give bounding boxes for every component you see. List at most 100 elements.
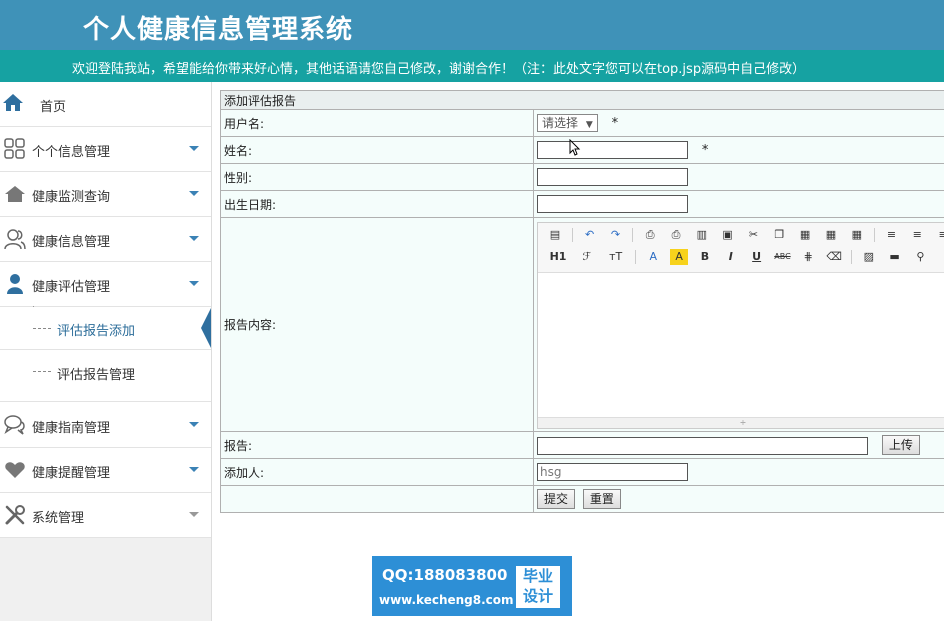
birth-date-field[interactable] xyxy=(537,195,688,213)
report-label: 报告: xyxy=(220,431,534,459)
toolbar-separator xyxy=(635,250,637,264)
align-center-icon[interactable]: ≡ xyxy=(908,227,926,243)
sidebar-item-label: 健康监测查询 xyxy=(32,190,111,205)
print-icon[interactable]: ⎙ xyxy=(667,227,685,243)
highlight-color-button[interactable]: A xyxy=(670,249,689,265)
welcome-text: 欢迎登陆我站，希望能给你带来好心情，其他话语请您自己修改，谢谢合作！（注：此处文… xyxy=(72,62,806,77)
sidebar-subitem-report-add[interactable]: 评估报告添加 xyxy=(0,307,211,350)
sidebar-item-home[interactable]: 首页 xyxy=(0,82,211,127)
user-icon xyxy=(7,274,23,294)
tools-icon xyxy=(5,505,25,525)
submit-button[interactable]: 提交 xyxy=(537,489,576,509)
copy-icon[interactable]: ❐ xyxy=(770,227,788,243)
preview-icon[interactable]: ⎙ xyxy=(641,227,659,243)
welcome-banner: 欢迎登陆我站，希望能给你带来好心情，其他话语请您自己修改，谢谢合作！（注：此处文… xyxy=(0,50,944,82)
tree-connector xyxy=(33,328,51,329)
gender-label: 性别: xyxy=(220,163,534,191)
heart-icon xyxy=(5,462,25,478)
sidebar-item-label: 首页 xyxy=(40,100,67,115)
main-content: 添加评估报告 用户名: 请选择 ▼ * 姓名: * 性别: 出生日期: 报告内容… xyxy=(220,90,944,513)
sidebar-item-health-reminder[interactable]: 健康提醒管理 xyxy=(0,448,211,493)
eraser-icon[interactable]: ⌫ xyxy=(825,249,843,265)
editor-resize-handle[interactable]: ÷ xyxy=(538,417,944,428)
sidebar-item-label: 系统管理 xyxy=(32,511,85,526)
sidebar-item-label: 个个信息管理 xyxy=(32,145,111,160)
reset-button[interactable]: 重置 xyxy=(582,489,621,509)
chat-icon xyxy=(4,415,25,435)
undo-icon[interactable]: ↶ xyxy=(581,227,599,243)
sidebar-item-label: 健康评估管理 xyxy=(32,280,111,295)
content-label: 报告内容: xyxy=(220,217,534,432)
report-file-field[interactable] xyxy=(537,436,868,455)
italic-button[interactable]: I xyxy=(722,249,740,265)
home-icon xyxy=(5,186,25,202)
image-icon[interactable]: ▨ xyxy=(860,249,878,265)
paste-word-icon[interactable]: ▦ xyxy=(848,227,866,243)
rich-text-editor[interactable]: ▤ ↶ ↷ ⎙ ⎙ ▥ ▣ ✂ ❐ ▦ ▦ ▦ ≡ ≡ ≡ H1 ℱ ᴛT A … xyxy=(537,222,944,429)
sidebar-item-health-info[interactable]: 健康信息管理 xyxy=(0,217,211,262)
watermark-badge: 毕业 设计 xyxy=(516,566,560,608)
sidebar-subitem-report-manage[interactable]: 评估报告管理 xyxy=(0,350,211,402)
username-select[interactable]: 请选择 ▼ xyxy=(537,114,598,132)
toolbar-separator xyxy=(850,250,852,264)
watermark-badge-line2: 设计 xyxy=(522,587,553,605)
bold-button[interactable]: B xyxy=(696,249,714,265)
template-icon[interactable]: ▥ xyxy=(693,227,711,243)
upload-button[interactable]: 上传 xyxy=(881,435,920,455)
sidebar-item-system[interactable]: 系统管理 xyxy=(0,493,211,538)
sidebar-subitem-label: 评估报告管理 xyxy=(57,368,136,383)
chevron-down-icon xyxy=(189,236,199,241)
home-icon xyxy=(3,94,23,111)
mouse-cursor-icon xyxy=(569,139,581,156)
sidebar-subitem-label: 评估报告添加 xyxy=(57,324,136,339)
watermark-qq: QQ:188083800 xyxy=(382,566,508,584)
sidebar-item-label: 健康指南管理 xyxy=(32,421,111,436)
link-icon[interactable]: ⚲ xyxy=(911,249,929,265)
font-button[interactable]: ℱ xyxy=(578,249,596,265)
sidebar-item-health-monitor[interactable]: 健康监测查询 xyxy=(0,172,211,217)
cut-icon[interactable]: ✂ xyxy=(744,227,762,243)
name-label: 姓名: xyxy=(220,136,534,164)
redo-icon[interactable]: ↷ xyxy=(606,227,624,243)
watermark: QQ:188083800 www.kecheng8.com 毕业 设计 xyxy=(372,556,572,616)
chevron-down-icon: ▼ xyxy=(585,120,593,130)
gender-field[interactable] xyxy=(537,168,688,186)
active-indicator xyxy=(201,308,211,348)
sidebar-empty-area xyxy=(0,538,211,621)
hr-icon[interactable]: ▬ xyxy=(886,249,904,265)
sidebar-item-personal-info[interactable]: 个个信息管理 xyxy=(0,127,211,172)
toolbar-separator xyxy=(873,228,875,242)
app-header: 个人健康信息管理系统 xyxy=(0,0,944,50)
username-select-value: 请选择 xyxy=(542,116,579,130)
heading-button[interactable]: H1 xyxy=(546,249,570,265)
paste-text-icon[interactable]: ▦ xyxy=(822,227,840,243)
font-size-button[interactable]: ᴛT xyxy=(604,249,628,265)
chevron-down-icon xyxy=(189,512,199,517)
watermark-badge-line1: 毕业 xyxy=(522,567,553,585)
source-icon[interactable]: ▤ xyxy=(546,227,564,243)
chevron-down-icon xyxy=(189,191,199,196)
chevron-down-icon xyxy=(189,422,199,427)
sidebar-item-label: 健康信息管理 xyxy=(32,235,111,250)
name-field[interactable] xyxy=(537,141,688,159)
font-color-button[interactable]: A xyxy=(644,249,662,265)
underline-button[interactable]: U xyxy=(748,249,766,265)
chevron-down-icon xyxy=(189,281,199,286)
tree-connector xyxy=(33,371,51,372)
adder-label: 添加人: xyxy=(220,458,534,486)
sidebar-item-health-guide[interactable]: 健康指南管理 xyxy=(0,403,211,448)
required-mark: * xyxy=(701,142,709,158)
strikethrough-button[interactable]: ABC xyxy=(773,249,791,265)
watermark-url: www.kecheng8.com xyxy=(379,593,514,607)
align-left-icon[interactable]: ≡ xyxy=(882,227,900,243)
align-right-icon[interactable]: ≡ xyxy=(934,227,944,243)
code-icon[interactable]: ▣ xyxy=(719,227,737,243)
adder-field[interactable]: hsg xyxy=(537,463,688,481)
paste-icon[interactable]: ▦ xyxy=(796,227,814,243)
format-painter-icon[interactable]: ⋕ xyxy=(799,249,817,265)
sidebar-item-health-assessment[interactable]: 健康评估管理 xyxy=(0,262,211,307)
form-caption: 添加评估报告 xyxy=(220,90,944,110)
birth-date-label: 出生日期: xyxy=(220,190,534,218)
grid-icon xyxy=(4,138,25,159)
chevron-down-icon xyxy=(189,467,199,472)
